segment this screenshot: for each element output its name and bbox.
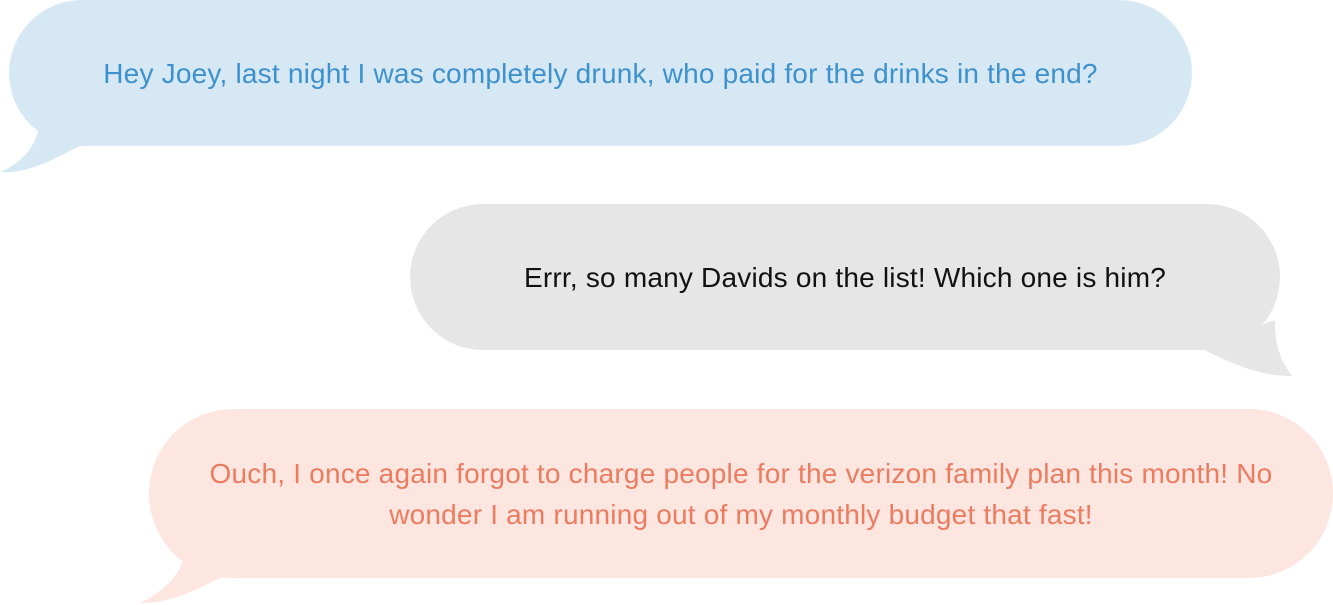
message-text: Errr, so many Davids on the list! Which …	[524, 261, 1166, 293]
message-bubble-outgoing: Errr, so many Davids on the list! Which …	[410, 204, 1280, 350]
message-text: Ouch, I once again forgot to charge peop…	[209, 457, 1273, 530]
message-text: Hey Joey, last night I was completely dr…	[103, 57, 1098, 89]
chat-conversation: Hey Joey, last night I was completely dr…	[0, 0, 1333, 605]
message-bubble-incoming: Ouch, I once again forgot to charge peop…	[149, 409, 1333, 578]
message-bubble-incoming: Hey Joey, last night I was completely dr…	[9, 0, 1192, 146]
